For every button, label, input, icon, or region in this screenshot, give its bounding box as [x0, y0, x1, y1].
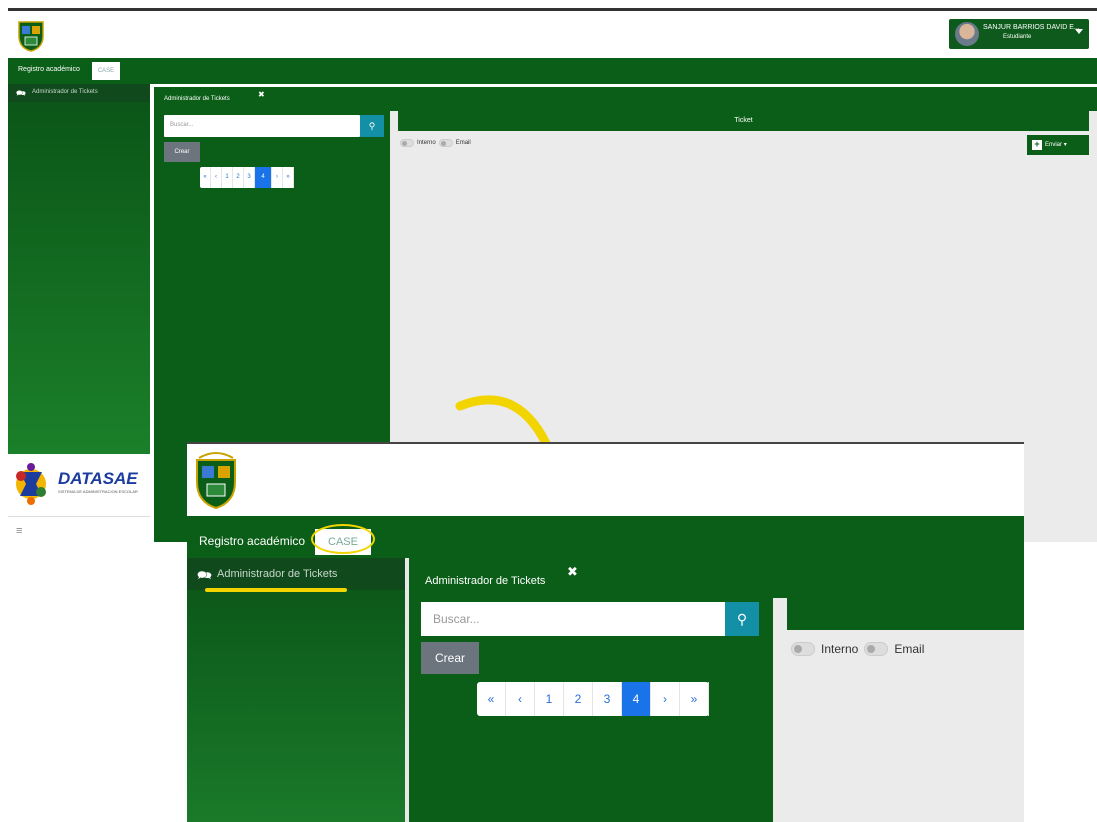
search-icon: ⚲ — [368, 121, 376, 131]
pagination: « ‹ 1 2 3 4 › » — [200, 167, 294, 188]
panel-title: Administrador de Tickets — [164, 96, 230, 102]
search-placeholder: Buscar... — [433, 612, 480, 626]
page-first[interactable]: « — [200, 167, 211, 188]
sidebar-toggle[interactable]: ≡ — [8, 516, 150, 542]
user-name: SANJUR BARRIOS DAVID E... — [983, 24, 1080, 31]
interno-label: Interno — [417, 140, 436, 146]
ticket-header: Ticket — [398, 111, 1089, 131]
enviar-button[interactable]: + Enviar ▾ — [1027, 135, 1089, 155]
zoomed-detail: Registro académico CASE 🗪 Administrador … — [187, 442, 1024, 822]
email-label: Email — [894, 642, 925, 656]
page-1[interactable]: 1 — [535, 682, 564, 716]
interno-toggle[interactable] — [400, 139, 414, 147]
brand-subtitle: SISTEMA DE ADMINISTRACION ESCOLAR — [58, 489, 138, 494]
chat-icon: 🗪 — [16, 89, 26, 98]
page-prev[interactable]: ‹ — [506, 682, 535, 716]
sidebar: 🗪 Administrador de Tickets — [187, 558, 405, 822]
page-3[interactable]: 3 — [593, 682, 622, 716]
close-icon[interactable]: ✖ — [258, 90, 265, 99]
email-toggle[interactable] — [864, 642, 889, 656]
ticket-toggles: Interno Email — [400, 139, 471, 147]
search-icon: ⚲ — [736, 611, 748, 627]
interno-toggle[interactable] — [791, 642, 815, 656]
ticket-toggles: Interno Email — [791, 642, 924, 656]
sidebar: 🗪 Administrador de Tickets DATASAE SISTE… — [8, 84, 150, 542]
user-menu-button[interactable]: SANJUR BARRIOS DAVID E... Estudiante — [949, 19, 1089, 49]
highlight-underline — [205, 588, 347, 592]
page-4-active[interactable]: 4 — [255, 167, 272, 188]
panel-header: Administrador de Tickets ✖ — [154, 87, 1097, 111]
page-last[interactable]: » — [283, 167, 294, 188]
school-crest-logo — [18, 21, 44, 52]
zoom-tabbar: Registro académico CASE — [187, 516, 1024, 558]
page-next[interactable]: › — [272, 167, 283, 188]
chat-icon: 🗪 — [197, 568, 212, 582]
sidebar-item-administrador-tickets[interactable]: 🗪 Administrador de Tickets — [8, 84, 150, 102]
caret-down-icon — [1075, 29, 1083, 34]
search-input[interactable]: Buscar... — [164, 115, 360, 137]
ticket-list-pane: Buscar... ⚲ Crear « ‹ 1 2 3 4 › » — [409, 598, 773, 822]
panel-title: Administrador de Tickets — [425, 575, 546, 587]
page-next[interactable]: › — [651, 682, 680, 716]
page-prev[interactable]: ‹ — [211, 167, 222, 188]
page-last[interactable]: » — [680, 682, 709, 716]
page-3[interactable]: 3 — [244, 167, 255, 188]
sidebar-item-label: Administrador de Tickets — [32, 89, 98, 95]
sidebar-item-label: Administrador de Tickets — [217, 568, 338, 580]
crear-button[interactable]: Crear — [421, 642, 479, 674]
page-1[interactable]: 1 — [222, 167, 233, 188]
close-icon[interactable]: ✖ — [567, 564, 578, 580]
avatar — [955, 22, 979, 46]
page-4-active[interactable]: 4 — [622, 682, 651, 716]
enviar-label: Enviar — [1045, 142, 1063, 148]
tab-registro-academico[interactable]: Registro académico — [18, 66, 80, 73]
zoom-header — [187, 444, 1024, 516]
tab-case[interactable]: CASE — [92, 62, 120, 80]
caret-down-icon: ▾ — [1063, 142, 1067, 148]
email-toggle[interactable] — [438, 139, 453, 147]
ticket-detail-pane: Interno Email — [773, 598, 1024, 822]
top-header: SANJUR BARRIOS DAVID E... Estudiante — [8, 11, 1097, 58]
plus-icon: + — [1032, 140, 1042, 150]
hamburger-icon: ≡ — [16, 525, 23, 537]
tab-registro-academico[interactable]: Registro académico — [199, 534, 305, 548]
panel-header: Administrador de Tickets ✖ — [409, 558, 1024, 598]
email-label: Email — [455, 140, 471, 146]
search-button[interactable]: ⚲ — [725, 602, 759, 636]
user-role: Estudiante — [1003, 34, 1032, 40]
datasae-brand: DATASAE SISTEMA DE ADMINISTRACION ESCOLA… — [8, 454, 150, 516]
search-input[interactable]: Buscar... — [421, 602, 725, 636]
page-2[interactable]: 2 — [564, 682, 593, 716]
main-tabbar: Registro académico CASE — [8, 58, 1097, 84]
highlight-circle — [311, 524, 375, 554]
search-placeholder: Buscar... — [170, 122, 194, 128]
brand-name: DATASAE — [58, 469, 138, 488]
page-first[interactable]: « — [477, 682, 506, 716]
ticket-header — [787, 598, 1024, 630]
interno-label: Interno — [821, 642, 859, 656]
search-button[interactable]: ⚲ — [360, 115, 384, 137]
school-crest-logo — [196, 452, 236, 510]
datasae-logo — [16, 463, 46, 505]
crear-button[interactable]: Crear — [164, 142, 200, 162]
pagination: « ‹ 1 2 3 4 › » — [477, 682, 709, 716]
page-2[interactable]: 2 — [233, 167, 244, 188]
sidebar-item-administrador-tickets[interactable]: 🗪 Administrador de Tickets — [187, 558, 405, 590]
